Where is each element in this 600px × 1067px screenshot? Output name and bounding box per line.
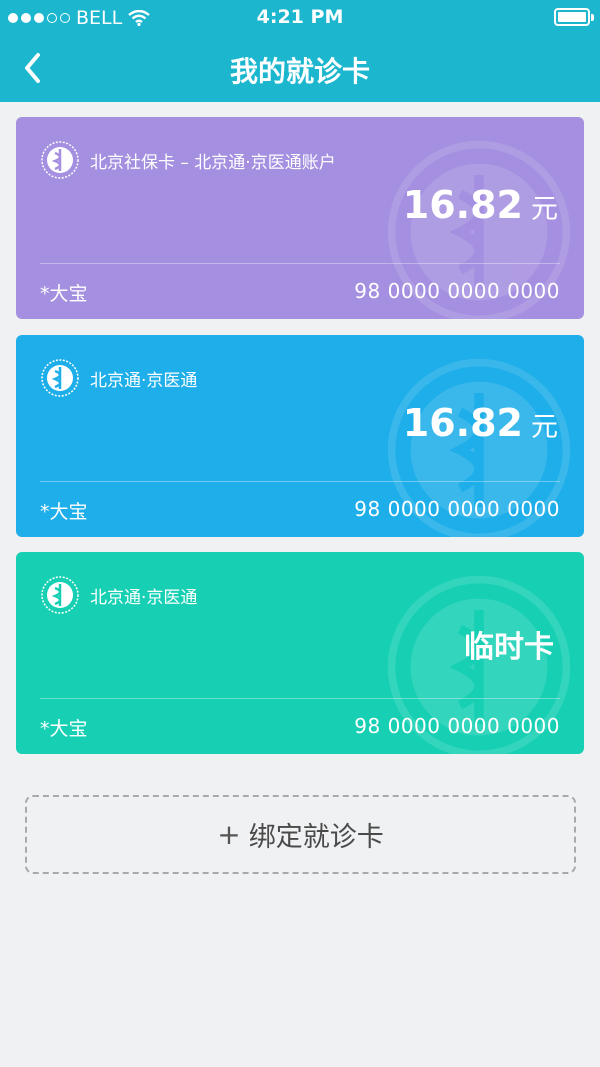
medical-card-social-security[interactable]: 北京社保卡 – 北京通·京医通账户 16.82 元 *大宝 98 0000 000… xyxy=(16,117,584,319)
chevron-left-icon xyxy=(25,53,40,83)
card-title: 北京通·京医通 xyxy=(90,588,198,608)
balance-unit: 元 xyxy=(531,194,558,225)
card-holder-name: *大宝 xyxy=(40,718,88,740)
card-number: 98 0000 0000 0000 xyxy=(354,279,560,303)
card-title: 北京通·京医通 xyxy=(90,371,198,391)
balance-unit: 元 xyxy=(531,412,558,443)
back-button[interactable] xyxy=(14,48,54,88)
plus-icon: + xyxy=(217,818,241,851)
card-divider xyxy=(40,263,560,264)
page-title: 我的就诊卡 xyxy=(229,55,370,88)
status-bar: BELL 4:21 PM xyxy=(0,0,600,36)
nav-bar: 我的就诊卡 xyxy=(0,36,600,102)
card-divider xyxy=(40,481,560,482)
battery-icon xyxy=(554,8,594,26)
bind-card-label: 绑定就诊卡 xyxy=(248,822,384,853)
card-title: 北京社保卡 – 北京通·京医通账户 xyxy=(90,153,336,173)
card-number: 98 0000 0000 0000 xyxy=(354,497,560,521)
hospital-logo-icon xyxy=(41,576,79,614)
hospital-logo-icon xyxy=(41,359,79,397)
medical-card-jingyitong[interactable]: 北京通·京医通 16.82 元 *大宝 98 0000 0000 0000 xyxy=(16,335,584,537)
card-holder-name: *大宝 xyxy=(40,501,88,523)
card-balance: 16.82 元 xyxy=(403,183,558,227)
hospital-logo-icon xyxy=(41,141,79,179)
medical-card-temporary[interactable]: 北京通·京医通 临时卡 *大宝 98 0000 0000 0000 xyxy=(16,552,584,754)
balance-amount: 16.82 xyxy=(402,401,523,445)
card-divider xyxy=(40,698,560,699)
bind-card-button[interactable]: + 绑定就诊卡 xyxy=(25,795,576,874)
card-number: 98 0000 0000 0000 xyxy=(354,714,560,738)
card-status-label: 临时卡 xyxy=(464,630,554,665)
balance-amount: 16.82 xyxy=(402,183,523,227)
card-holder-name: *大宝 xyxy=(40,283,88,305)
status-time: 4:21 PM xyxy=(256,6,344,28)
card-balance: 16.82 元 xyxy=(403,401,558,445)
